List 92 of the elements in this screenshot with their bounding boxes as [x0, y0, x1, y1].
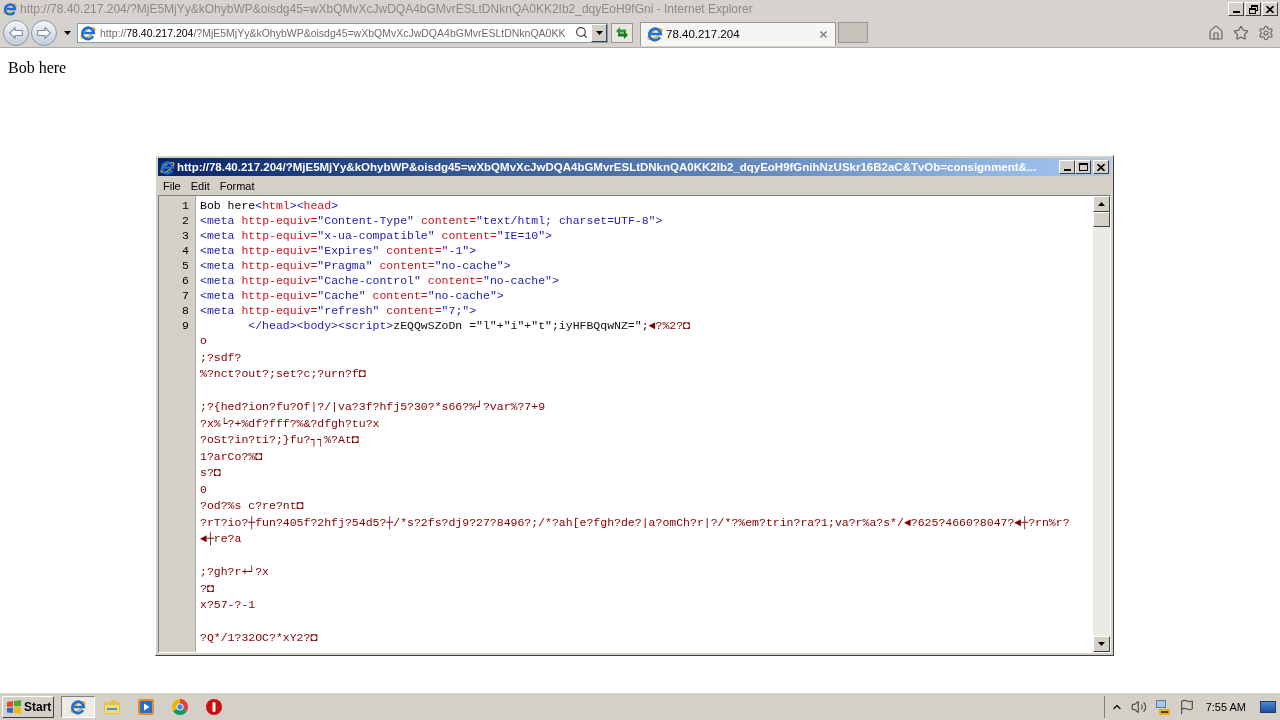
browser-icon	[647, 26, 663, 42]
code-line: ;?{hed?ion?fu?Of|?/|va?3f?hfj5?30?*s66?%┘?var%?7+9	[200, 400, 546, 413]
search-icon[interactable]	[575, 26, 588, 39]
code-line: o	[200, 334, 207, 347]
code-line: ?od?%s c?re?nt◘	[200, 499, 304, 512]
line-number: 3	[182, 229, 189, 242]
browser-icon	[70, 698, 86, 715]
scroll-up-button[interactable]	[1093, 196, 1110, 212]
back-button[interactable]	[3, 19, 29, 46]
window-title: http://78.40.217.204/?MjE5MjYy&kOhybWP&oisdg45=wXbQMvXcJwDQA4bGMvrESLtDNknQA0KK2Ib2_dqyEoH9fGni - Internet Explorer	[20, 2, 753, 16]
windows-flag-icon	[6, 699, 22, 714]
code-line: <meta http-equiv="Pragma" content="no-cache">	[200, 259, 511, 272]
code-line: <meta http-equiv="Content-Type" content="text/html; charset=UTF-8">	[200, 214, 663, 227]
code-line: <meta http-equiv="Cache" content="no-cache">	[200, 289, 504, 302]
star-icon[interactable]	[1233, 24, 1249, 41]
address-dropdown-button[interactable]	[591, 23, 607, 42]
scrollbar-thumb[interactable]	[1093, 212, 1110, 227]
code-line: ?Q*/1?32OC?*xY2?◘	[200, 631, 318, 644]
menu-item[interactable]: Edit	[185, 178, 215, 193]
line-number: 9	[182, 319, 189, 332]
code-line: ;?gh?r+┘?x	[200, 565, 269, 578]
minimize-icon	[1063, 168, 1071, 171]
start-button[interactable]: Start	[2, 695, 54, 718]
code-line: ;?sdf?	[200, 350, 242, 364]
color-wheel-icon	[172, 698, 188, 715]
page-text: Bob here	[8, 59, 67, 76]
code-line: <meta http-equiv="Cache-control" content="no-cache">	[200, 274, 559, 287]
arrow-left-icon	[9, 26, 23, 39]
code-line: <meta http-equiv="Expires" content="-1">	[200, 244, 477, 257]
tab-label: 78.40.217.204	[666, 27, 740, 41]
restore-icon	[1248, 4, 1258, 14]
menu-item[interactable]: Format	[214, 178, 260, 193]
close-button[interactable]	[1093, 160, 1109, 174]
code-line: 0	[200, 482, 207, 496]
folder-icon	[104, 699, 120, 714]
code-line: ?oSt?in?ti?;}fu?┐┐%?At◘	[200, 433, 359, 446]
taskbar-app-button[interactable]	[61, 695, 95, 718]
caret-down-icon	[1098, 642, 1105, 646]
browser-icon	[3, 2, 17, 16]
scrollbar-track[interactable]	[1093, 196, 1110, 652]
code-line: ?x%└?+%df?fff?%&?dfgh?tu?x	[200, 416, 380, 430]
play-icon	[138, 698, 154, 715]
line-number: 7	[182, 289, 189, 302]
settings-icon[interactable]	[1258, 24, 1274, 41]
code-line: <meta http-equiv="refresh" content="7;">	[200, 304, 477, 317]
code-line: 1?arCo?%◘	[200, 449, 263, 463]
minimize-icon	[1232, 10, 1240, 13]
code-line: ◄┼re?a	[200, 532, 242, 545]
clock[interactable]: 7:55 AM	[1205, 699, 1246, 714]
flag-icon[interactable]	[1178, 698, 1195, 715]
code-line: x?57-?-1	[200, 598, 256, 611]
browser-icon	[80, 24, 96, 41]
two-arrows-icon	[615, 25, 629, 40]
go-button[interactable]	[611, 22, 633, 43]
speaker-icon[interactable]	[1130, 698, 1147, 715]
close-icon	[1097, 163, 1105, 171]
network-icon[interactable]	[1154, 698, 1171, 715]
code-line: ?rT?io?┼fun?405f?2hfj?54d5?┼/*s?2fs?dj9?27?8496?;/*?ah[e?fgh?de?|a?omCh?r|?/*?%em?trin?ra?1;va?r%a?s*/◄?625?4660?8047?◄┼?rn%r?	[200, 515, 1070, 529]
home-icon[interactable]	[1208, 24, 1224, 41]
address-field[interactable]: http://78.40.217.204/?MjE5MjYy&kOhybWP&oisdg45=wXbQMvXcJwDQA4bGMvrESLtDNknQA0KK	[77, 22, 608, 43]
dialog-title: http://78.40.217.204/?MjE5MjYy&kOhybWP&oisdg45=wXbQMvXcJwDQA4bGMvrESLtDNknQA0KK2Ib2_dqyEoH9fGnihNzUSkr16B2aC&TvOb=consignment&...	[177, 160, 1037, 174]
line-number: 6	[182, 274, 189, 287]
arrow-right-icon	[37, 26, 51, 39]
browser-tab[interactable]: 78.40.217.204	[640, 21, 836, 46]
line-number: 5	[182, 259, 189, 272]
maximize-icon	[1078, 163, 1088, 171]
line-number: 2	[182, 214, 189, 227]
browser-icon	[160, 159, 175, 175]
minimize-button[interactable]	[1228, 2, 1244, 16]
show-desktop-button[interactable]	[1260, 700, 1276, 713]
menu-item[interactable]: File	[158, 178, 186, 193]
circle-bar-icon	[206, 698, 222, 715]
caret-up-icon	[1098, 202, 1105, 206]
line-number: 1	[182, 199, 189, 212]
restore-button[interactable]	[1245, 2, 1261, 16]
close-icon	[1266, 5, 1274, 13]
code-line: Bob here<html><head>	[200, 199, 339, 212]
close-button[interactable]	[1262, 2, 1278, 16]
caret-down-icon	[595, 30, 603, 35]
code-line: <meta http-equiv="x-ua-compatible" content="IE=10">	[200, 229, 552, 242]
scroll-down-button[interactable]	[1093, 636, 1110, 652]
code-line: </head><body><script>zEQQwSZoDn ="l"+"i"+"t";iyHFBQqwNZ=";◄?%2?◘	[247, 319, 690, 332]
line-number: 8	[182, 304, 189, 317]
address-text: http://78.40.217.204/?MjE5MjYy&kOhybWP&oisdg45=wXbQMvXcJwDQA4bGMvrESLtDNknQA0KK	[100, 25, 566, 40]
code-line: s?◘	[200, 466, 221, 479]
maximize-button[interactable]	[1075, 160, 1091, 174]
line-number: 4	[182, 244, 189, 257]
caret-down-icon	[63, 30, 71, 35]
code-line: %?nct?out?;set?c;?urn?f◘	[200, 367, 366, 380]
minimize-button[interactable]	[1059, 160, 1075, 174]
code-line: ?◘	[200, 581, 214, 595]
close-icon[interactable]	[818, 28, 829, 40]
